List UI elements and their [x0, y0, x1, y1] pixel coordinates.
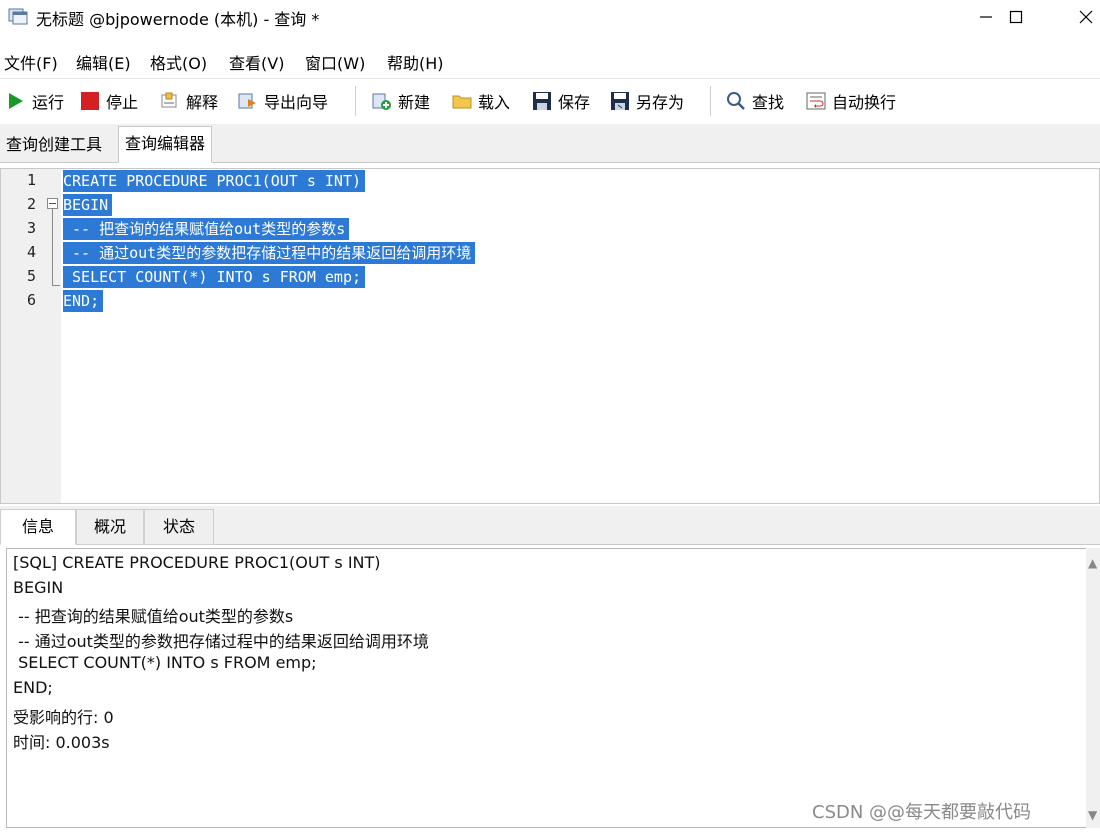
menu-edit[interactable]: 编辑(E) — [76, 50, 131, 74]
line-number-gutter: 1 2 3 4 5 6 — [1, 169, 61, 503]
load-label: 载入 — [478, 93, 511, 112]
menu-window[interactable]: 窗口(W) — [305, 50, 365, 74]
save-as-label: 另存为 — [636, 93, 685, 112]
stop-label: 停止 — [106, 93, 139, 112]
sql-editor[interactable]: 1 2 3 4 5 6 CREATE PROCEDURE PROC1(OUT s… — [0, 168, 1100, 504]
run-button[interactable]: 运行 — [6, 88, 64, 114]
maximize-button[interactable] — [986, 0, 1046, 34]
code-line: -- 把查询的结果赋值给out类型的参数s — [63, 218, 350, 240]
scroll-up-icon[interactable]: ▲ — [1088, 556, 1097, 570]
new-button[interactable]: 新建 — [372, 88, 430, 114]
menu-help[interactable]: 帮助(H) — [387, 50, 444, 74]
result-message-panel[interactable]: [SQL] CREATE PROCEDURE PROC1(OUT s INT) … — [6, 548, 1088, 828]
find-button[interactable]: 查找 — [726, 88, 784, 114]
watermark: CSDN @@每天都要敲代码 — [812, 802, 1032, 823]
tab-status[interactable]: 状态 — [144, 509, 214, 545]
save-label: 保存 — [558, 93, 591, 112]
result-line: END; — [13, 678, 53, 697]
line-number: 6 — [27, 291, 37, 309]
result-line: 受影响的行: 0 — [13, 708, 114, 727]
line-number: 2 — [27, 195, 37, 213]
line-number: 5 — [27, 267, 37, 285]
save-button[interactable]: 保存 — [532, 88, 590, 114]
menu-format[interactable]: 格式(O) — [150, 50, 207, 74]
new-label: 新建 — [398, 93, 431, 112]
menu-divider — [0, 78, 1100, 79]
fold-guide — [52, 209, 53, 285]
tab-overview[interactable]: 概况 — [76, 509, 144, 545]
export-wizard-label: 导出向导 — [264, 93, 329, 112]
save-as-button[interactable]: 另存为 — [610, 88, 684, 114]
result-line: SELECT COUNT(*) INTO s FROM emp; — [13, 653, 317, 672]
stop-icon — [80, 91, 100, 111]
toolbar: 运行 停止 解释 导出向导 新建 载入 保存 另存为 查找 自动换行 — [0, 80, 1100, 122]
load-button[interactable]: 载入 — [452, 88, 510, 114]
menu-view[interactable]: 查看(V) — [229, 50, 284, 74]
new-query-icon — [372, 91, 392, 111]
result-line: -- 通过out类型的参数把存储过程中的结果返回给调用环境 — [13, 632, 429, 651]
result-line: -- 把查询的结果赋值给out类型的参数s — [13, 607, 294, 626]
toolbar-separator — [355, 86, 356, 116]
code-line: CREATE PROCEDURE PROC1(OUT s INT) — [63, 170, 366, 192]
word-wrap-button[interactable]: 自动换行 — [806, 88, 896, 114]
line-number: 3 — [27, 219, 37, 237]
close-icon — [1079, 10, 1093, 24]
tab-info[interactable]: 信息 — [0, 509, 76, 545]
run-label: 运行 — [32, 93, 65, 112]
code-line: SELECT COUNT(*) INTO s FROM emp; — [63, 266, 366, 288]
save-as-icon — [610, 91, 630, 111]
word-wrap-icon — [806, 91, 826, 111]
word-wrap-label: 自动换行 — [832, 93, 897, 112]
export-wizard-button[interactable]: 导出向导 — [238, 88, 328, 114]
fold-toggle-icon[interactable] — [47, 198, 58, 209]
menu-file[interactable]: 文件(F) — [4, 50, 58, 74]
maximize-icon — [1009, 10, 1023, 24]
explain-button[interactable]: 解释 — [160, 88, 218, 114]
tab-query-editor[interactable]: 查询编辑器 — [118, 126, 213, 163]
explain-label: 解释 — [186, 93, 219, 112]
result-tab-bar: 信息 概况 状态 — [0, 506, 1100, 545]
line-number: 4 — [27, 243, 37, 261]
window-title: 无标题 @bjpowernode (本机) - 查询 * — [36, 10, 320, 29]
close-button[interactable] — [1056, 0, 1100, 34]
find-label: 查找 — [752, 93, 785, 112]
result-line: 时间: 0.003s — [13, 733, 110, 752]
export-icon — [238, 91, 258, 111]
folder-icon — [452, 91, 472, 111]
run-icon — [6, 91, 26, 111]
result-line: BEGIN — [13, 578, 64, 597]
tab-query-builder[interactable]: 查询创建工具 — [0, 128, 108, 162]
fold-guide-end — [52, 285, 60, 286]
code-line: END; — [63, 290, 104, 312]
line-number: 1 — [27, 171, 37, 189]
result-line: [SQL] CREATE PROCEDURE PROC1(OUT s INT) — [13, 553, 381, 572]
code-line: BEGIN — [63, 194, 113, 216]
save-icon — [532, 91, 552, 111]
editor-tab-bar: 查询创建工具 查询编辑器 — [0, 124, 1100, 163]
search-icon — [726, 91, 746, 111]
scroll-down-icon[interactable]: ▼ — [1088, 808, 1097, 822]
app-icon — [8, 7, 28, 25]
title-bar: 无标题 @bjpowernode (本机) - 查询 * — [0, 0, 1100, 34]
vertical-scrollbar[interactable] — [1086, 548, 1100, 828]
toolbar-separator — [710, 86, 711, 116]
stop-button[interactable]: 停止 — [80, 88, 138, 114]
menu-bar: 文件(F) 编辑(E) 格式(O) 查看(V) 窗口(W) 帮助(H) — [0, 42, 1100, 76]
explain-icon — [160, 91, 180, 111]
code-line: -- 通过out类型的参数把存储过程中的结果返回给调用环境 — [63, 242, 476, 264]
